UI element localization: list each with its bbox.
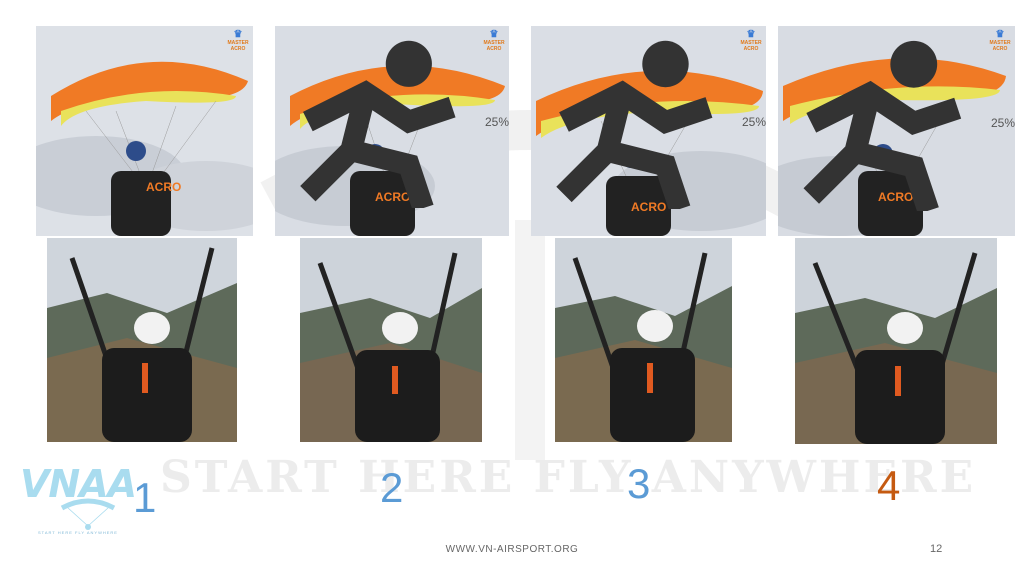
badge-line-2: ACRO	[486, 46, 502, 52]
slide-page-number: 12	[930, 543, 943, 555]
step-number-2: 2	[380, 464, 404, 511]
master-acro-badge: ♛ MASTER ACRO	[740, 29, 762, 53]
crown-icon: ♛	[995, 29, 1005, 40]
master-acro-badge: ♛ MASTER ACRO	[483, 29, 505, 53]
master-acro-badge: ♛ MASTER ACRO	[989, 29, 1011, 53]
speed-indicator: 25%	[279, 35, 509, 209]
runner-icon	[300, 40, 456, 209]
svg-text:ACRO: ACRO	[146, 180, 181, 194]
top-photo-1: ACRO ♛ MASTER ACRO	[36, 26, 253, 236]
badge-line-2: ACRO	[230, 46, 246, 52]
top-photo-4: ACRO 25% ♛ MASTER ACRO	[778, 26, 1015, 236]
top-photo-2: ACRO 25% ♛ MASTER ACRO	[275, 26, 509, 236]
bottom-photo-3	[555, 238, 732, 442]
bottom-photo-4	[795, 238, 997, 444]
badge-line-2: ACRO	[992, 46, 1008, 52]
master-acro-badge: ♛ MASTER ACRO	[227, 29, 249, 53]
crown-icon: ♛	[746, 29, 756, 40]
badge-line-2: ACRO	[743, 46, 759, 52]
step-number-4: 4	[877, 462, 901, 509]
speed-value: 25%	[741, 114, 766, 129]
runner-icon	[803, 40, 962, 211]
vnaa-logo: VNAA START HERE FLY ANYWHERE	[20, 462, 160, 542]
step-number-3: 3	[627, 460, 651, 507]
bottom-photo-1	[47, 238, 237, 442]
paraglider-icon	[60, 498, 116, 530]
logo-tagline: START HERE FLY ANYWHERE	[38, 530, 118, 535]
top-photo-3: ACRO 25% ♛ MASTER ACRO	[531, 26, 766, 236]
speed-value: 25%	[990, 115, 1015, 130]
bottom-photo-2	[300, 238, 482, 442]
runner-icon	[556, 40, 713, 209]
crown-icon: ♛	[233, 29, 243, 40]
crown-icon: ♛	[489, 29, 499, 40]
speed-value: 25%	[484, 114, 509, 129]
speed-indicator: 25%	[782, 35, 1015, 211]
footer-website: WWW.VN-AIRSPORT.ORG	[445, 544, 579, 555]
speed-indicator: 25%	[535, 35, 766, 209]
